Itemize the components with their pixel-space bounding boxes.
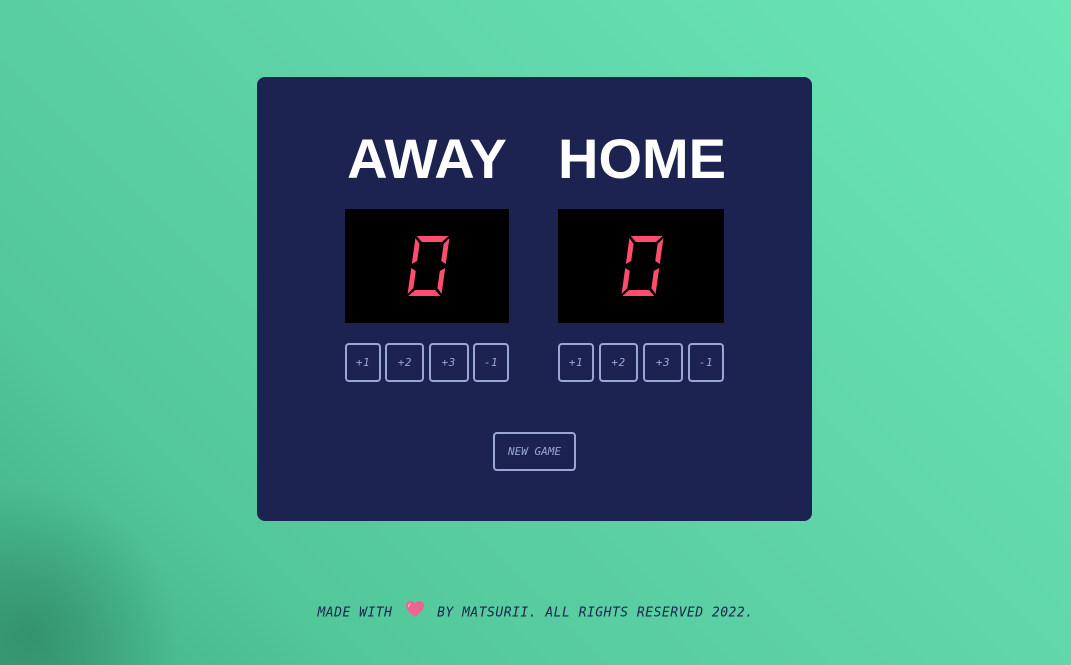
footer-suffix: by Matsurii. All rights reserved 2022. xyxy=(437,605,754,621)
new-game-button[interactable]: New Game xyxy=(493,432,576,471)
home-team-name: HOME xyxy=(558,127,726,190)
away-minus-1-button[interactable]: -1 xyxy=(472,343,509,382)
away-plus-2-button[interactable]: +2 xyxy=(385,343,425,382)
footer-prefix: Made with xyxy=(317,605,393,621)
away-team-name: AWAY xyxy=(347,127,507,190)
home-button-row: +1 +2 +3 -1 xyxy=(558,343,724,382)
away-team: AWAY 0 +1 +2 +3 -1 xyxy=(345,129,509,382)
scoreboard: AWAY 0 +1 +2 +3 -1 HOME xyxy=(257,77,812,521)
home-plus-3-button[interactable]: +3 xyxy=(643,343,683,382)
home-score-digit: 0 xyxy=(621,236,664,296)
away-plus-3-button[interactable]: +3 xyxy=(428,343,469,382)
home-minus-1-button[interactable]: -1 xyxy=(688,343,724,382)
footer: Made with by Matsurii. All rights reserv… xyxy=(0,600,1071,626)
home-plus-2-button[interactable]: +2 xyxy=(599,343,638,382)
home-score-display: 0 xyxy=(558,209,724,323)
away-button-row: +1 +2 +3 -1 xyxy=(345,343,509,382)
away-score-display: 0 xyxy=(345,209,509,323)
home-plus-1-button[interactable]: +1 xyxy=(558,343,594,382)
heart-icon xyxy=(405,600,425,626)
away-plus-1-button[interactable]: +1 xyxy=(345,343,381,382)
home-team: HOME 0 +1 +2 +3 -1 xyxy=(558,127,726,382)
away-score-digit: 0 xyxy=(407,236,450,296)
